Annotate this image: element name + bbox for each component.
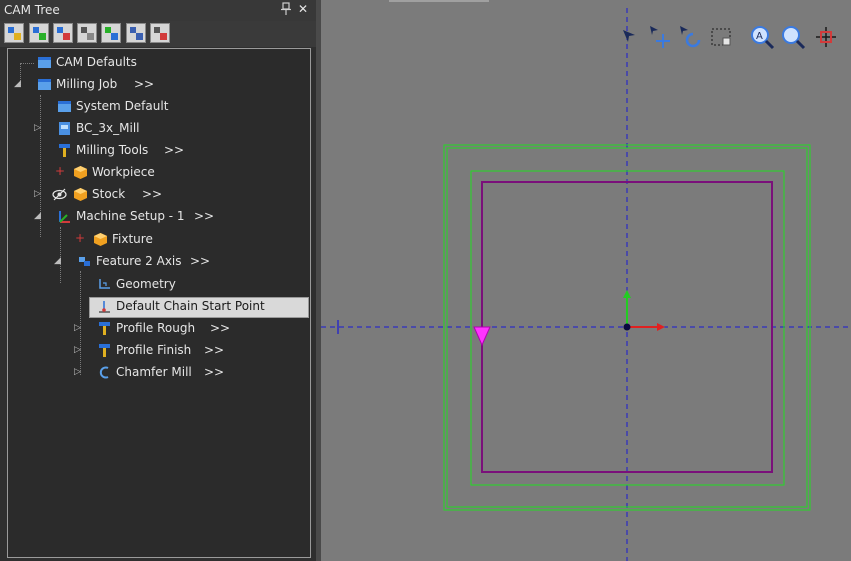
more-indicator: >> bbox=[190, 254, 211, 268]
tree-item-label: Stock bbox=[92, 187, 126, 201]
tree-item-label: Profile Finish bbox=[116, 343, 192, 357]
zoom-fit-icon[interactable]: A bbox=[749, 24, 775, 50]
crosshair-icon[interactable] bbox=[813, 24, 839, 50]
graphics-viewport[interactable]: A bbox=[321, 0, 851, 561]
workpiece-box-icon bbox=[73, 165, 88, 180]
tree-item-label: CAM Defaults bbox=[56, 55, 137, 69]
tree-item-default-chain-start-point[interactable]: Default Chain Start Point bbox=[8, 296, 310, 317]
plus-icon: + bbox=[75, 231, 86, 245]
collapse-arrow-icon[interactable]: ◢ bbox=[54, 255, 64, 267]
more-indicator: >> bbox=[134, 77, 155, 91]
tree-item-label: Default Chain Start Point bbox=[116, 299, 265, 313]
pan-cursor-icon[interactable] bbox=[617, 24, 643, 50]
tree-item-label: Milling Tools bbox=[76, 143, 149, 157]
tree-item-label: Geometry bbox=[116, 277, 176, 291]
machine-setup-icon bbox=[57, 209, 72, 224]
tree-item-label: Fixture bbox=[112, 232, 153, 246]
select-operations-icon[interactable] bbox=[4, 23, 24, 43]
tree-toolbar bbox=[0, 21, 316, 47]
expand-arrow-icon[interactable]: ▷ bbox=[74, 322, 84, 334]
tree-item-bc-3x-mill[interactable]: ▷ BC_3x_Mill bbox=[8, 118, 310, 139]
tree-item-feature-2-axis[interactable]: ◢ Feature 2 Axis >> bbox=[8, 251, 310, 272]
tree-item-label: Machine Setup - 1 bbox=[76, 209, 185, 223]
tree-item-label: Chamfer Mill bbox=[116, 365, 192, 379]
layout-icon[interactable] bbox=[126, 23, 146, 43]
expand-arrow-icon[interactable]: ▷ bbox=[74, 344, 84, 356]
tree-item-stock[interactable]: ▷ Stock >> bbox=[8, 184, 310, 205]
more-indicator: >> bbox=[142, 187, 163, 201]
panel-title: CAM Tree bbox=[4, 3, 60, 17]
eye-hidden-icon[interactable] bbox=[52, 187, 67, 202]
zoom-icon[interactable] bbox=[780, 24, 806, 50]
expand-arrow-icon[interactable]: ▷ bbox=[34, 122, 44, 134]
origin-point bbox=[623, 323, 631, 331]
tree-item-label: Profile Rough bbox=[116, 321, 196, 335]
tree-item-profile-rough[interactable]: ▷ Profile Rough >> bbox=[8, 318, 310, 339]
drawing-canvas[interactable] bbox=[321, 0, 851, 561]
geometry-icon bbox=[97, 277, 112, 292]
collapse-arrow-icon[interactable]: ◢ bbox=[34, 210, 44, 222]
tree-item-label: BC_3x_Mill bbox=[76, 121, 140, 135]
more-indicator: >> bbox=[194, 209, 215, 223]
expand-arrow-icon[interactable]: ▷ bbox=[74, 366, 84, 378]
fixture-box-icon bbox=[93, 232, 108, 247]
rotate-icon[interactable] bbox=[677, 24, 703, 50]
more-indicator: >> bbox=[204, 343, 225, 357]
tree-item-label: Workpiece bbox=[92, 165, 155, 179]
milling-job-icon bbox=[37, 77, 52, 92]
pin-icon[interactable] bbox=[280, 2, 292, 16]
feature-icon bbox=[77, 254, 92, 269]
plus-icon: + bbox=[55, 164, 66, 178]
regenerate-icon[interactable] bbox=[101, 23, 121, 43]
chain-start-point-icon bbox=[97, 299, 112, 314]
machine-icon bbox=[57, 121, 72, 136]
toggle-display-icon[interactable] bbox=[77, 23, 97, 43]
stock-box-icon bbox=[73, 187, 88, 202]
cam-defaults-icon bbox=[37, 55, 52, 70]
tree-item-label: Milling Job bbox=[56, 77, 118, 91]
tree-item-chamfer-mill[interactable]: ▷ Chamfer Mill >> bbox=[8, 362, 310, 383]
tree-item-geometry[interactable]: Geometry bbox=[8, 274, 310, 295]
chamfer-icon bbox=[97, 365, 112, 380]
cam-tree: CAM Defaults ◢ Milling Job >> System Def… bbox=[7, 48, 311, 558]
chain-start-marker bbox=[473, 326, 491, 347]
box-select-icon[interactable] bbox=[709, 24, 735, 50]
tree-item-system-default[interactable]: System Default bbox=[8, 96, 310, 117]
tree-item-milling-tools[interactable]: Milling Tools >> bbox=[8, 140, 310, 161]
more-indicator: >> bbox=[204, 365, 225, 379]
properties-icon[interactable] bbox=[150, 23, 170, 43]
tree-item-fixture[interactable]: + Fixture bbox=[8, 229, 310, 250]
tree-item-profile-finish[interactable]: ▷ Profile Finish >> bbox=[8, 340, 310, 361]
y-axis-arrowhead bbox=[623, 290, 631, 298]
viewport-toolbar: A bbox=[617, 24, 851, 52]
tree-item-workpiece[interactable]: + Workpiece bbox=[8, 162, 310, 183]
tree-item-label: System Default bbox=[76, 99, 169, 113]
cam-tree-panel: CAM Tree ✕ CAM Defaults ◢ Milling Job >> bbox=[0, 0, 316, 561]
collapse-arrow-icon[interactable]: ◢ bbox=[14, 78, 24, 90]
expand-arrow-icon[interactable]: ▷ bbox=[34, 188, 44, 200]
tree-item-machine-setup[interactable]: ◢ Machine Setup - 1 >> bbox=[8, 206, 310, 227]
tree-item-milling-job[interactable]: ◢ Milling Job >> bbox=[8, 74, 310, 95]
svg-text:A: A bbox=[756, 31, 763, 42]
profile-tool-icon bbox=[97, 343, 112, 358]
tree-item-label: Feature 2 Axis bbox=[96, 254, 182, 268]
expand-tree-icon[interactable] bbox=[29, 23, 49, 43]
more-indicator: >> bbox=[164, 143, 185, 157]
panel-header: CAM Tree ✕ bbox=[0, 0, 316, 21]
tool-icon bbox=[57, 143, 72, 158]
tree-item-cam-defaults[interactable]: CAM Defaults bbox=[8, 52, 310, 73]
move-icon[interactable] bbox=[647, 24, 673, 50]
filter-icon[interactable] bbox=[53, 23, 73, 43]
x-axis-arrowhead bbox=[657, 323, 665, 331]
close-icon[interactable]: ✕ bbox=[298, 2, 310, 16]
system-default-icon bbox=[57, 99, 72, 114]
profile-tool-icon bbox=[97, 321, 112, 336]
more-indicator: >> bbox=[210, 321, 231, 335]
